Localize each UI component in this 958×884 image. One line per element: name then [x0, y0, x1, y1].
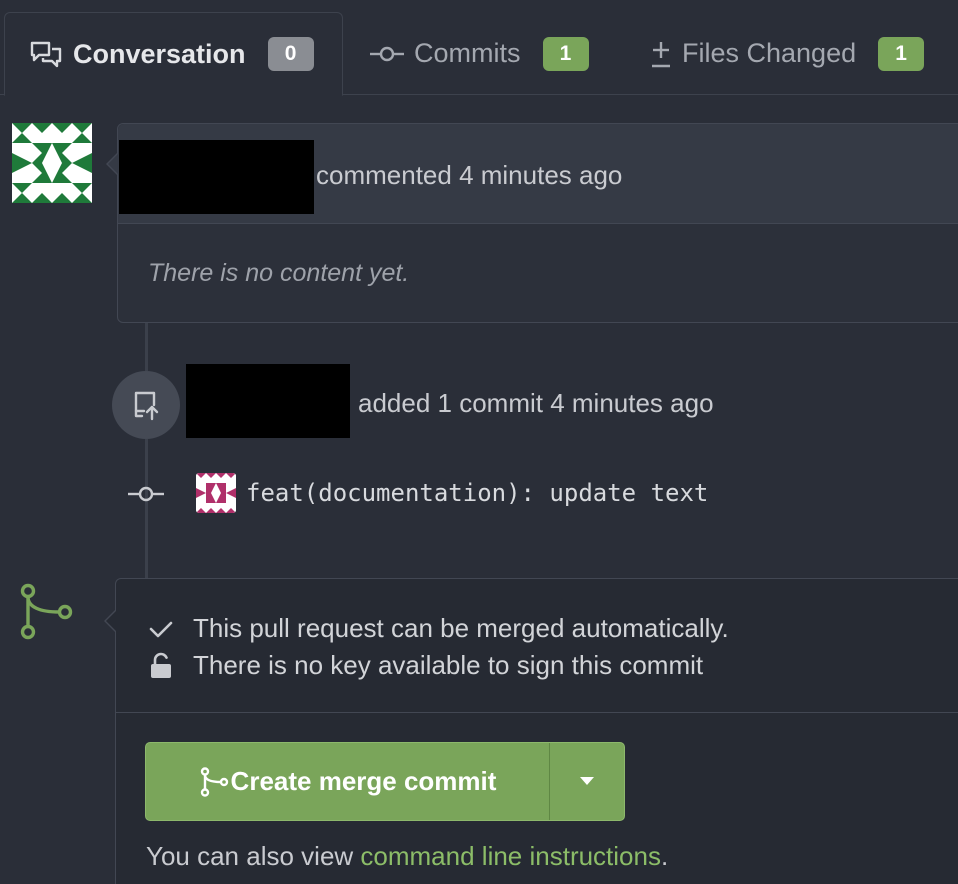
count-badge: 0	[267, 37, 314, 71]
merge-box: This pull request can be merged automati…	[104, 578, 958, 884]
merge-button-label: Create merge commit	[230, 766, 497, 796]
merge-status-row: This pull request can be merged automati…	[146, 613, 729, 644]
event-text: added 1 commit 4 minutes ago	[358, 388, 714, 418]
merge-options-dropdown[interactable]	[550, 743, 624, 820]
timeline-line	[145, 323, 148, 371]
comment-body: There is no content yet.	[148, 259, 410, 287]
count-badge: 1	[878, 36, 925, 71]
signing-text: There is no key available to sign this c…	[193, 650, 704, 680]
commit-icon	[128, 480, 164, 513]
plus-minus-icon	[650, 39, 672, 69]
signing-status-row: There is no key available to sign this c…	[146, 650, 703, 681]
tab-commits[interactable]: Commits 1	[370, 12, 589, 95]
comments-icon	[29, 40, 63, 68]
tab-files-changed[interactable]: Files Changed 1	[650, 12, 925, 95]
comment-box: commented 4 minutes ago There is no cont…	[106, 123, 958, 323]
commit-icon	[370, 44, 404, 64]
mergeable-text: This pull request can be merged automati…	[193, 613, 729, 643]
count-badge: 1	[542, 36, 589, 71]
divider	[116, 712, 958, 713]
commit-message[interactable]: feat(documentation): update text	[246, 479, 708, 507]
caret-down-icon	[579, 773, 595, 791]
tab-label: Conversation	[73, 38, 246, 69]
redacted-username	[119, 140, 314, 214]
merge-button-group: Create merge commit	[145, 742, 625, 821]
command-line-instructions-link[interactable]: command line instructions	[360, 841, 661, 871]
avatar	[12, 123, 92, 203]
help-prefix: You can also view	[146, 841, 361, 871]
unlock-icon	[146, 652, 176, 680]
commit-author-avatar	[196, 473, 236, 513]
create-merge-commit-button[interactable]: Create merge commit	[146, 743, 550, 820]
redacted-username	[186, 364, 350, 438]
tab-label: Commits	[414, 38, 521, 68]
git-merge-icon	[199, 766, 229, 797]
pr-tabs: Conversation 0 Commits 1 Files Changed 1	[0, 0, 958, 96]
help-suffix: .	[660, 841, 669, 871]
tab-conversation[interactable]: Conversation 0	[4, 12, 343, 96]
command-line-help: You can also view command line instructi…	[146, 841, 668, 872]
check-icon	[146, 619, 176, 639]
tab-label: Files Changed	[682, 38, 857, 68]
git-merge-icon	[16, 583, 74, 646]
comment-header: commented 4 minutes ago	[106, 124, 958, 224]
repo-push-icon	[112, 371, 180, 439]
comment-meta: commented 4 minutes ago	[316, 160, 623, 190]
